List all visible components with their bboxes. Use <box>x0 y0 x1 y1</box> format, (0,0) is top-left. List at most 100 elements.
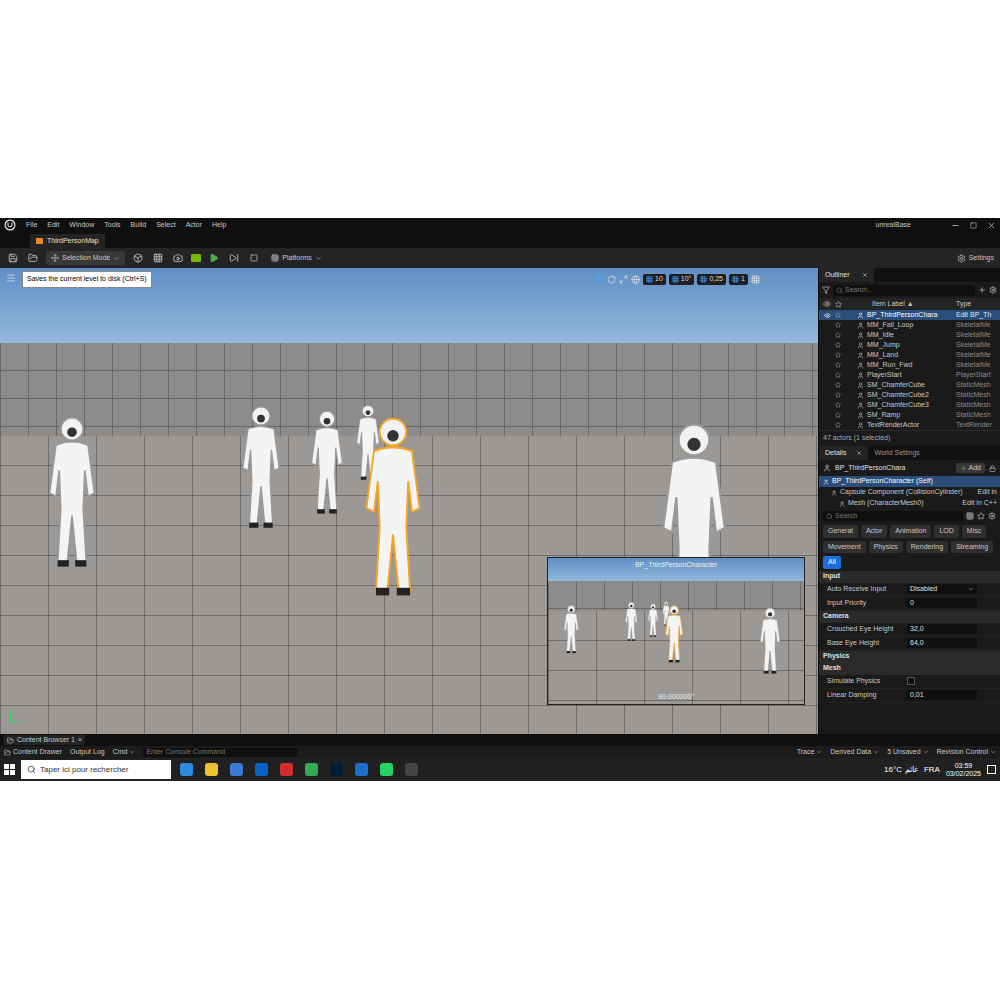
taskbar-app-icon[interactable] <box>255 763 268 776</box>
filter-button[interactable]: Rendering <box>906 541 948 554</box>
column-header[interactable]: Item Label ▲ <box>848 299 956 310</box>
language[interactable]: FRA <box>924 764 940 776</box>
filter-icon[interactable] <box>822 286 830 294</box>
outliner-row[interactable]: TextRenderActorTextRender <box>819 420 1000 430</box>
taskbar-app-icon[interactable] <box>330 763 343 776</box>
cinematics-icon[interactable] <box>171 251 185 265</box>
menu-item[interactable]: File <box>26 220 37 231</box>
details-settings-icon[interactable] <box>988 512 996 520</box>
component-row[interactable]: Capsule Component (CollisionCylinder)Edi… <box>819 487 1000 498</box>
outliner-row[interactable]: SM_RampStaticMesh <box>819 410 1000 420</box>
outliner-row[interactable]: BP_ThirdPersonCharaEdit BP_Th <box>819 310 1000 320</box>
outliner-search[interactable]: Search... <box>833 285 975 296</box>
status-item[interactable]: Derived Data <box>830 747 879 758</box>
maximize-icon[interactable] <box>970 222 977 229</box>
taskbar-app-icon[interactable] <box>205 763 218 776</box>
outliner-row[interactable]: MM_Fall_LoopSkeletalMe <box>819 320 1000 330</box>
actor-name[interactable]: BP_ThirdPersonChara <box>835 463 952 474</box>
column-header[interactable]: Type <box>956 299 1000 310</box>
add-folder-icon[interactable] <box>978 286 986 294</box>
cmd-button[interactable]: Cmd <box>113 747 136 758</box>
status-item[interactable]: Revision Control <box>937 747 996 758</box>
filter-button[interactable]: Movement <box>823 541 866 554</box>
section-header[interactable]: Physics <box>819 651 1000 663</box>
taskbar-app-icon[interactable] <box>180 763 193 776</box>
menu-item[interactable]: Build <box>131 220 147 231</box>
checkbox[interactable] <box>907 677 915 685</box>
number-field[interactable]: 32,0 <box>907 624 977 634</box>
filter-button[interactable]: All <box>823 556 841 569</box>
content-drawer-button[interactable]: Content Drawer <box>4 747 62 758</box>
outliner-row[interactable]: SM_ChamferCube2StaticMesh <box>819 390 1000 400</box>
filter-button[interactable]: Misc <box>962 525 986 538</box>
browse-icon[interactable] <box>26 251 40 265</box>
filter-button[interactable]: LOD <box>934 525 958 538</box>
status-item[interactable]: 5 Unsaved <box>887 747 928 758</box>
menu-item[interactable]: Actor <box>186 220 202 231</box>
menu-item[interactable]: Tools <box>104 220 120 231</box>
selection-mode-button[interactable]: Selection Mode <box>46 251 125 265</box>
snap-value[interactable]: 1 <box>729 274 748 285</box>
outliner-row[interactable]: MM_IdleSkeletalMe <box>819 330 1000 340</box>
scale-icon[interactable] <box>619 275 628 284</box>
outliner-settings-icon[interactable] <box>989 286 997 294</box>
section-header[interactable]: Camera <box>819 611 1000 623</box>
component-row[interactable]: Mesh (CharacterMesh0)Edit in C++ <box>819 498 1000 509</box>
content-browser-tab[interactable]: Content Browser 1× <box>4 735 85 746</box>
taskbar-app-icon[interactable] <box>230 763 243 776</box>
nvidia-icon[interactable] <box>191 254 201 262</box>
details-tab[interactable]: Details <box>819 446 868 460</box>
translate-icon[interactable] <box>594 274 604 284</box>
clock[interactable]: 03:5903/02/2025 <box>946 762 981 777</box>
skip-icon[interactable] <box>227 251 241 265</box>
taskbar-search[interactable]: Taper ici pour rechercher <box>21 760 171 779</box>
notifications-icon[interactable] <box>987 765 996 774</box>
details-search[interactable]: Search <box>823 511 963 521</box>
filter-button[interactable]: Streaming <box>951 541 993 554</box>
taskbar-app-icon[interactable] <box>280 763 293 776</box>
menu-item[interactable]: Help <box>212 220 226 231</box>
number-field[interactable]: 0,01 <box>907 690 977 700</box>
console-input[interactable]: Enter Console Command <box>143 748 298 757</box>
save-icon[interactable] <box>6 251 20 265</box>
taskbar-app-icon[interactable] <box>380 763 393 776</box>
taskbar-app-icon[interactable] <box>355 763 368 776</box>
layout-icon[interactable] <box>751 275 760 284</box>
windows-start-icon[interactable] <box>4 764 15 775</box>
outliner-row[interactable]: MM_JumpSkeletalMe <box>819 340 1000 350</box>
taskbar-app-icon[interactable] <box>305 763 318 776</box>
snap-value[interactable]: 10° <box>669 274 695 285</box>
stop-icon[interactable] <box>247 251 261 265</box>
menu-item[interactable]: Select <box>156 220 175 231</box>
play-icon[interactable] <box>207 251 221 265</box>
outliner-row[interactable]: PlayerStartPlayerStart <box>819 370 1000 380</box>
view-options-icon[interactable] <box>966 512 974 520</box>
rotate-icon[interactable] <box>607 275 616 284</box>
viewport[interactable]: 1010°0,251Saves the current level to dis… <box>0 268 818 734</box>
filter-button[interactable]: Actor <box>861 525 887 538</box>
add-button[interactable]: Add <box>956 463 985 474</box>
filter-button[interactable]: Physics <box>869 541 903 554</box>
menu-item[interactable]: Edit <box>47 220 59 231</box>
blueprint-icon[interactable] <box>151 251 165 265</box>
outliner-row[interactable]: SM_ChamferCubeStaticMesh <box>819 380 1000 390</box>
section-header[interactable]: Input <box>819 571 1000 583</box>
outliner-row[interactable]: SM_ChamferCube3StaticMesh <box>819 400 1000 410</box>
outliner-tab[interactable]: Outliner <box>819 268 874 282</box>
settings-button[interactable]: Settings <box>957 253 994 264</box>
add-actor-icon[interactable] <box>131 251 145 265</box>
lock-icon[interactable] <box>989 465 996 472</box>
viewport-menu-icon[interactable] <box>6 273 16 283</box>
world-icon[interactable] <box>631 275 640 284</box>
level-tab[interactable]: ThirdPersonMap <box>30 234 105 248</box>
snap-value[interactable]: 10 <box>643 274 666 285</box>
favorites-icon[interactable] <box>977 512 985 520</box>
number-field[interactable]: 64,0 <box>907 638 977 648</box>
menu-item[interactable]: Window <box>69 220 94 231</box>
outliner-row[interactable]: MM_Run_FwdSkeletalMe <box>819 360 1000 370</box>
component-row[interactable]: BP_ThirdPersonCharacter (Self) <box>819 476 1000 487</box>
section-header[interactable]: Mesh <box>819 663 1000 675</box>
dropdown[interactable]: Disabled <box>907 584 977 594</box>
number-field[interactable]: 0 <box>907 598 977 608</box>
outliner-row[interactable]: MM_LandSkeletalMe <box>819 350 1000 360</box>
